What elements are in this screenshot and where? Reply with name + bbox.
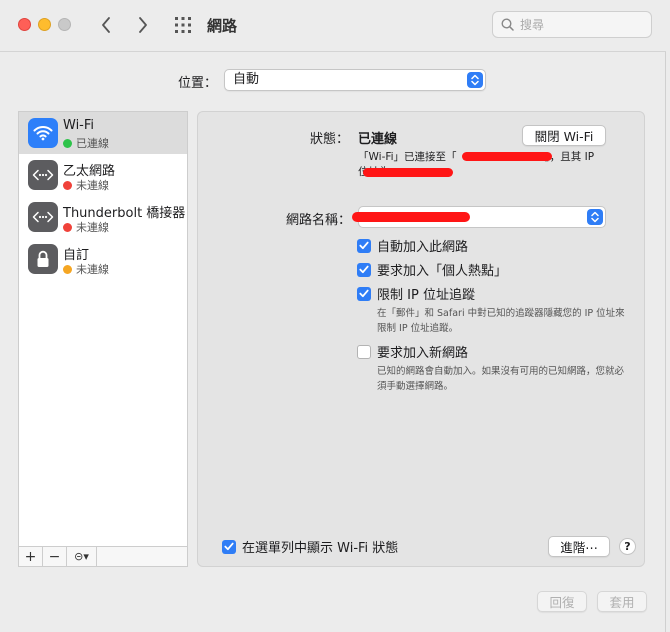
location-value: 自動: [233, 72, 260, 87]
redaction-mark: [352, 212, 470, 222]
search-field[interactable]: [492, 11, 652, 38]
chevron-left-icon: [102, 17, 110, 33]
ask-new-label: 要求加入新網路: [377, 346, 469, 361]
hotspot-label: 要求加入「個人熱點」: [377, 264, 508, 279]
service-status: 未連線: [63, 261, 109, 277]
status-dot-icon: [63, 222, 72, 232]
service-status: 未連線: [63, 177, 109, 193]
back-button[interactable]: [94, 12, 118, 38]
service-status-text: 未連線: [76, 221, 109, 234]
help-button[interactable]: ?: [619, 538, 636, 555]
service-item-thunderbolt-bridge[interactable]: Thunderbolt 橋接器 未連線: [19, 196, 187, 238]
search-input[interactable]: [520, 17, 640, 32]
show-all-button[interactable]: [173, 15, 193, 35]
limit-ip-hint: 在「郵件」和 Safari 中對已知的追蹤器隱藏您的 IP 位址來限制 IP 位…: [377, 308, 625, 334]
hotspot-checkbox[interactable]: [357, 262, 371, 277]
status-label: 狀態：: [310, 132, 350, 147]
service-status-text: 未連線: [76, 179, 109, 192]
checkmark-icon: [359, 289, 369, 298]
service-list-toolbar: + − ⊝▾: [19, 546, 187, 566]
redaction-mark: [462, 152, 552, 161]
service-item-custom[interactable]: 自訂 未連線: [19, 238, 187, 280]
wifi-icon: [28, 118, 58, 148]
location-label: 位置：: [178, 76, 218, 91]
ask-new-hint: 已知的網路會自動加入。如果沒有可用的已知網路，您就必須手動選擇網路。: [377, 366, 625, 392]
network-preferences-window: 網路 位置： 自動: [0, 0, 666, 632]
ask-new-checkbox-row[interactable]: 要求加入新網路: [357, 342, 468, 361]
hotspot-checkbox-row[interactable]: 要求加入「個人熱點」: [357, 260, 507, 279]
lock-icon: [28, 244, 58, 274]
revert-button[interactable]: 回復: [537, 591, 587, 612]
auto-join-label: 自動加入此網路: [377, 240, 469, 255]
zoom-window-button[interactable]: [58, 18, 71, 31]
forward-button[interactable]: [131, 12, 155, 38]
status-value: 已連線: [358, 132, 398, 147]
checkmark-icon: [224, 542, 234, 551]
redaction-mark: [363, 168, 453, 177]
ethernet-icon: [28, 160, 58, 190]
action-menu-button[interactable]: ⊝▾: [67, 547, 97, 566]
location-select[interactable]: 自動: [224, 69, 486, 91]
chevron-right-icon: [139, 17, 147, 33]
service-item-wifi[interactable]: Wi-Fi 已連線: [19, 112, 187, 154]
service-item-ethernet[interactable]: 乙太網路 未連線: [19, 154, 187, 196]
search-icon: [501, 18, 514, 31]
service-status-text: 未連線: [76, 263, 109, 276]
show-menu-checkbox-row[interactable]: 在選單列中顯示 Wi-Fi 狀態: [222, 537, 398, 556]
checkmark-icon: [359, 265, 369, 274]
remove-service-button[interactable]: −: [43, 547, 67, 566]
service-status: 已連線: [63, 135, 109, 151]
service-status-text: 已連線: [76, 137, 109, 150]
apply-button[interactable]: 套用: [597, 591, 647, 612]
show-menu-checkbox[interactable]: [222, 539, 236, 554]
window-title: 網路: [207, 17, 238, 35]
minimize-window-button[interactable]: [38, 18, 51, 31]
show-menu-label: 在選單列中顯示 Wi-Fi 狀態: [242, 541, 399, 556]
auto-join-checkbox-row[interactable]: 自動加入此網路: [357, 236, 468, 255]
ethernet-icon: [28, 202, 58, 232]
service-name: Wi-Fi: [63, 118, 95, 133]
grid-icon: [175, 17, 191, 33]
toggle-wifi-button[interactable]: 關閉 Wi-Fi: [522, 125, 606, 146]
network-name-label: 網路名稱：: [286, 213, 352, 228]
close-window-button[interactable]: [18, 18, 31, 31]
updown-stepper-icon: [467, 72, 483, 88]
limit-ip-checkbox[interactable]: [357, 286, 371, 301]
limit-ip-checkbox-row[interactable]: 限制 IP 位址追蹤: [357, 284, 475, 303]
add-service-button[interactable]: +: [19, 547, 43, 566]
updown-stepper-icon: [587, 209, 603, 225]
checkmark-icon: [359, 241, 369, 250]
status-dot-icon: [63, 138, 72, 148]
limit-ip-label: 限制 IP 位址追蹤: [377, 288, 475, 303]
ask-new-checkbox[interactable]: [357, 344, 371, 359]
service-status: 未連線: [63, 219, 109, 235]
title-bar: 網路: [0, 0, 666, 52]
status-dot-icon: [63, 264, 72, 274]
advanced-button[interactable]: 進階⋯: [548, 536, 610, 557]
auto-join-checkbox[interactable]: [357, 238, 371, 253]
service-list: Wi-Fi 已連線 乙太網路 未連線 Thunderbolt 橋接器 未連線 自…: [18, 111, 188, 567]
status-dot-icon: [63, 180, 72, 190]
